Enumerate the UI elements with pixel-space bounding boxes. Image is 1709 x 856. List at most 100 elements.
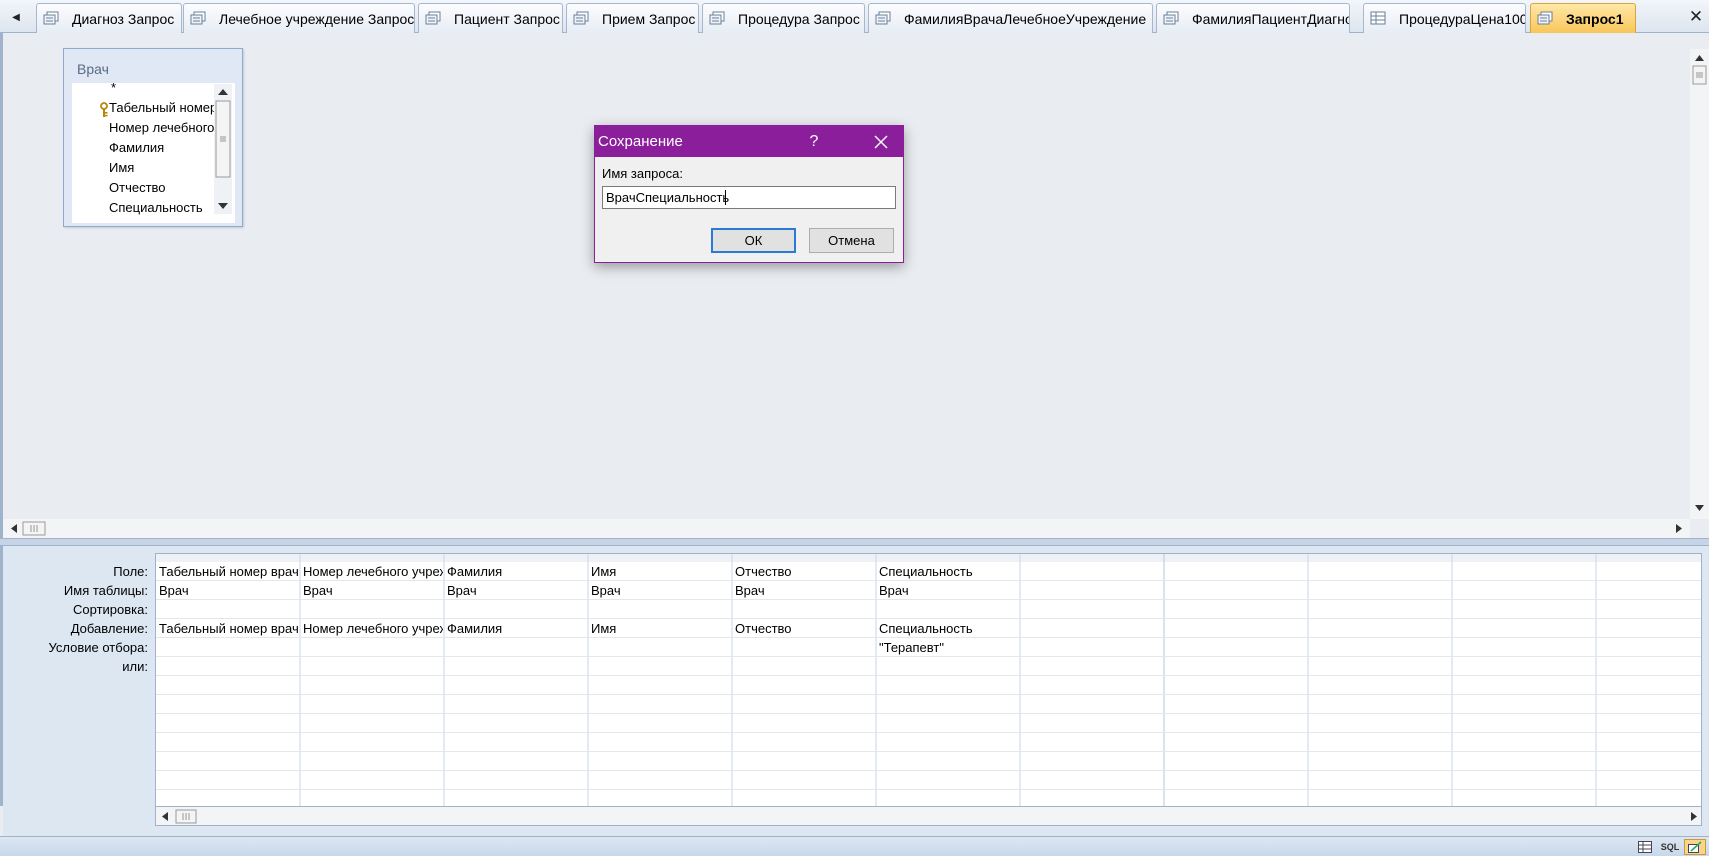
grid-cell-show[interactable] [1596,619,1701,638]
table-field-list-items[interactable]: * Табельный номер Номер лечебного Фамилия Им… [72,83,235,223]
grid-cell-show[interactable]: Номер лечебного учреждения [300,619,443,638]
grid-cell-or[interactable] [588,657,731,676]
grid-cell-sort[interactable] [1452,600,1595,619]
grid-cell-or[interactable] [1020,657,1163,676]
document-tab[interactable]: Диагноз Запрос [36,3,182,33]
grid-cell-criteria[interactable] [156,638,299,657]
grid-cell-show[interactable] [1452,619,1595,638]
grid-cell-criteria[interactable] [300,638,443,657]
grid-cell-show[interactable]: Фамилия [444,619,587,638]
query-name-input[interactable] [602,186,896,209]
field-list-item[interactable]: Фамилия [109,138,164,158]
grid-cell-field[interactable]: Номер лечебного учреждения [300,562,443,581]
grid-cell-field[interactable] [1308,562,1451,581]
query-design-upper-pane[interactable] [0,33,1709,523]
grid-cell-field[interactable] [1452,562,1595,581]
grid-cell-field[interactable] [1164,562,1307,581]
pane-splitter[interactable] [0,538,1709,546]
grid-cell-show[interactable]: Табельный номер врача [156,619,299,638]
grid-cell-field[interactable]: Специальность [876,562,1019,581]
sql-view-icon[interactable]: SQL [1659,839,1681,855]
grid-cell-field[interactable]: Имя [588,562,731,581]
grid-cell-table[interactable]: Врач [876,581,1019,600]
query-design-grid[interactable]: Табельный номер врача Врач Табельный номер… [155,553,1702,807]
grid-cell-table[interactable] [1308,581,1451,600]
document-tab[interactable]: Прием Запрос [566,3,699,33]
ok-button[interactable]: ОК [711,228,796,253]
grid-cell-or[interactable] [876,657,1019,676]
grid-cell-sort[interactable] [1308,600,1451,619]
grid-cell-field[interactable]: Отчество [732,562,875,581]
upper-pane-vertical-scrollbar[interactable] [1690,49,1709,519]
grid-cell-sort[interactable] [444,600,587,619]
grid-cell-or[interactable] [1308,657,1451,676]
grid-cell-sort[interactable] [588,600,731,619]
grid-cell-criteria[interactable] [1164,638,1307,657]
field-list-item[interactable]: Отчество [109,178,166,198]
grid-cell-criteria[interactable] [588,638,731,657]
field-list-item[interactable]: Табельный номер [109,98,217,118]
grid-cell-sort[interactable] [1020,600,1163,619]
grid-cell-sort[interactable] [1596,600,1701,619]
design-view-icon[interactable] [1684,839,1706,855]
grid-cell-criteria[interactable]: "Терапевт" [876,638,1019,657]
grid-cell-table[interactable]: Врач [156,581,299,600]
grid-cell-sort[interactable] [1164,600,1307,619]
grid-cell-show[interactable]: Имя [588,619,731,638]
grid-cell-field[interactable]: Табельный номер врача [156,562,299,581]
grid-cell-criteria[interactable] [444,638,587,657]
grid-cell-criteria[interactable] [1020,638,1163,657]
grid-cell-criteria[interactable] [1308,638,1451,657]
document-tab[interactable]: ПроцедураЦена100 [1363,3,1526,33]
grid-cell-table[interactable]: Врач [300,581,443,600]
grid-cell-field[interactable] [1020,562,1163,581]
grid-cell-sort[interactable] [300,600,443,619]
grid-horizontal-scrollbar[interactable] [155,807,1702,826]
tab-scroll-left-button[interactable]: ◀ [7,6,25,28]
grid-cell-criteria[interactable] [732,638,875,657]
grid-cell-table[interactable] [1596,581,1701,600]
grid-cell-table[interactable] [1020,581,1163,600]
grid-cell-or[interactable] [1164,657,1307,676]
field-list-item[interactable]: Номер лечебного [109,118,214,138]
grid-cell-or[interactable] [732,657,875,676]
upper-pane-horizontal-scrollbar[interactable] [3,519,1690,538]
grid-cell-or[interactable] [1596,657,1701,676]
field-list-item[interactable]: Имя [109,158,134,178]
grid-cell-show[interactable] [1308,619,1451,638]
document-tab[interactable]: ФамилияПациентДиагноз [1156,3,1350,33]
document-tab[interactable]: Лечебное учреждение Запрос [183,3,415,33]
grid-cell-show[interactable]: Специальность [876,619,1019,638]
field-list-scrollbar[interactable] [214,84,232,214]
dialog-close-button[interactable] [860,126,902,157]
grid-cell-field[interactable] [1596,562,1701,581]
all-fields-item[interactable]: * [111,83,116,98]
cancel-button[interactable]: Отмена [809,228,894,253]
help-button[interactable]: ? [800,126,828,157]
grid-cell-criteria[interactable] [1596,638,1701,657]
datasheet-view-icon[interactable] [1634,839,1656,855]
grid-cell-table[interactable]: Врач [588,581,731,600]
grid-cell-or[interactable] [156,657,299,676]
grid-cell-table[interactable] [1452,581,1595,600]
field-list-item[interactable]: Специальность [109,198,203,218]
grid-cell-table[interactable]: Врач [444,581,587,600]
grid-cell-or[interactable] [1452,657,1595,676]
document-tab[interactable]: Запрос1 [1530,3,1636,33]
grid-cell-or[interactable] [444,657,587,676]
grid-cell-sort[interactable] [156,600,299,619]
grid-cell-sort[interactable] [732,600,875,619]
document-tab[interactable]: Процедура Запрос [702,3,865,33]
grid-cell-show[interactable] [1164,619,1307,638]
document-tab[interactable]: Пациент Запрос [418,3,563,33]
grid-cell-criteria[interactable] [1452,638,1595,657]
grid-cell-show[interactable]: Отчество [732,619,875,638]
document-tab[interactable]: ФамилияВрачаЛечебноеУчреждение [868,3,1153,33]
grid-cell-table[interactable]: Врач [732,581,875,600]
grid-cell-table[interactable] [1164,581,1307,600]
close-document-button[interactable]: ✕ [1687,6,1705,28]
grid-cell-field[interactable]: Фамилия [444,562,587,581]
grid-cell-or[interactable] [300,657,443,676]
grid-cell-sort[interactable] [876,600,1019,619]
grid-cell-show[interactable] [1020,619,1163,638]
